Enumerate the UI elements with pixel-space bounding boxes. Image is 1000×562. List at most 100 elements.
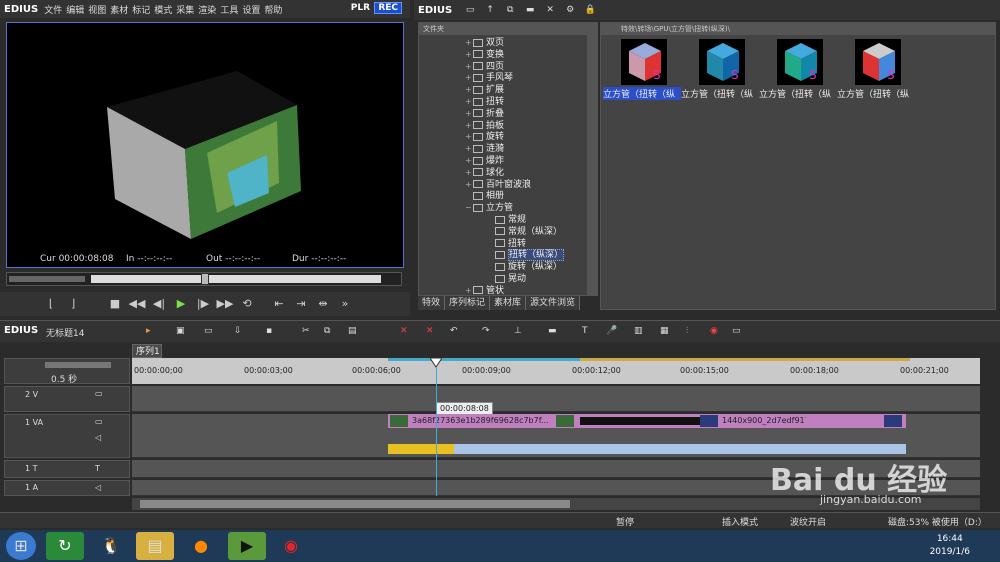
render-icon[interactable]: ▥ [634,324,643,338]
tree-item[interactable]: 旋转（纵深） [487,261,562,273]
split-icon[interactable]: ⊥ [514,324,522,338]
tree-scrollbar[interactable] [587,35,597,295]
properties-icon[interactable]: ⚙ [560,3,580,17]
delete-clip-icon[interactable]: ✕ [400,324,408,338]
rec-button[interactable]: REC [374,2,402,14]
expand-toggle-icon[interactable]: + [465,61,473,73]
expand-toggle-icon[interactable]: + [465,285,473,295]
loop-icon[interactable]: ⟲ [236,295,258,313]
title-track-icon[interactable]: T [95,462,100,476]
expand-toggle-icon[interactable]: + [465,49,473,61]
firefox-icon[interactable]: ● [182,532,220,560]
folder-icon[interactable]: ▭ [460,3,480,17]
open-icon[interactable]: ▭ [204,324,213,338]
time-ruler[interactable]: 00:00:00;00 00:00:03;00 00:00:06;00 00:0… [132,358,980,384]
player-scrub-bar[interactable] [6,272,402,286]
sequence-tab[interactable]: 序列1 [132,344,162,358]
new-project-icon[interactable]: ▸ [146,324,151,338]
tree-item[interactable]: + 百叶窗波浪 [465,179,531,191]
expand-toggle-icon[interactable]: + [465,108,473,120]
menu-mode[interactable]: 模式 [154,3,172,16]
more-icon[interactable]: » [334,295,356,313]
track-header-1a[interactable]: 1 A ◁ [4,480,130,496]
tree-item[interactable]: + 管状 [465,285,504,295]
tab-sequence-markers[interactable]: 序列标记 [445,296,491,310]
tree-item[interactable]: + 手风琴 [465,72,513,84]
redo-icon[interactable]: ↷ [482,324,490,338]
play-icon[interactable]: ▶ [170,295,192,313]
tree-item[interactable]: 常规（纵深） [487,226,562,238]
title-icon[interactable]: T [582,324,588,338]
copy-clip-icon[interactable]: ⧉ [324,324,330,338]
undo-icon[interactable]: ↶ [450,324,458,338]
scrollbar-thumb[interactable] [140,500,570,508]
expand-toggle-icon[interactable]: + [465,155,473,167]
position-handle[interactable] [201,273,209,285]
layout-icon[interactable]: ▭ [732,324,741,338]
expand-toggle-icon[interactable]: + [465,143,473,155]
set-out-icon[interactable]: ⌋ [62,295,84,313]
tree-item[interactable]: + 旋转 [465,131,504,143]
track-header-2v[interactable]: 2 V ▭ [4,386,130,412]
tab-effects[interactable]: 特效 [418,296,446,310]
menu-help[interactable]: 帮助 [264,3,282,16]
explorer-icon[interactable]: ▤ [136,532,174,560]
audio-clip[interactable] [388,444,906,454]
menu-file[interactable]: 文件 [44,3,62,16]
position-slider[interactable] [91,275,381,283]
tab-source-browser[interactable]: 源文件浏览 [526,296,581,310]
tree-item[interactable]: + 爆炸 [465,155,504,167]
mixer-icon[interactable]: ⫶ [686,324,688,338]
tree-item[interactable]: + 变换 [465,49,504,61]
plr-button[interactable]: PLR [351,3,370,13]
track-header-1t[interactable]: 1 T T [4,460,130,478]
start-button[interactable]: ⊞ [6,532,36,560]
expand-toggle-icon[interactable]: + [465,167,473,179]
transition-marker[interactable] [580,417,700,425]
tree-item[interactable]: + 折叠 [465,108,504,120]
track-header-1va[interactable]: 1 VA ▭ ◁ [4,414,130,458]
mic-icon[interactable]: 🎤 [606,324,617,338]
tree-item[interactable]: + 球化 [465,167,504,179]
expand-toggle-icon[interactable]: + [465,131,473,143]
import-icon[interactable]: ⇩ [234,324,242,338]
tree-item[interactable]: 扭转 [487,238,526,250]
menu-clip[interactable]: 素材 [110,3,128,16]
cut-icon[interactable]: ✂ [302,324,310,338]
video-clip[interactable]: 3a68f27363e1b289f69628c7b7f... 1440x900_… [388,414,806,428]
expand-toggle-icon[interactable]: − [465,202,473,214]
tree-item[interactable]: + 扭转 [465,96,504,108]
tree-item[interactable]: 晃动 [487,273,526,285]
stop-icon[interactable]: ■ [104,295,126,313]
rewind-icon[interactable]: ◀◀ [126,295,148,313]
step-back-icon[interactable]: ◀| [148,295,170,313]
status-insert-mode[interactable]: 插入模式 [722,515,758,528]
video-toggle-icon[interactable]: ▭ [95,387,103,401]
expand-toggle-icon[interactable]: + [465,96,473,108]
copy-icon[interactable]: ⧉ [500,3,520,17]
transition-icon[interactable]: ▬ [548,324,557,338]
edius-taskbar-icon[interactable]: ▶ [228,532,266,560]
app-360-icon[interactable]: ↻ [46,532,84,560]
set-in-icon[interactable]: ⌊ [40,295,62,313]
track-2v[interactable] [132,386,980,412]
expand-toggle-icon[interactable]: + [465,72,473,84]
delete-icon[interactable]: ✕ [540,3,560,17]
playhead-handle[interactable] [429,357,443,368]
menu-capture[interactable]: 采集 [176,3,194,16]
tree-item[interactable]: 扭转（纵深） [487,249,565,262]
video-toggle-icon[interactable]: ▭ [95,415,103,429]
insert-icon[interactable]: ⇤ [268,295,290,313]
expand-toggle-icon[interactable]: + [465,84,473,96]
save-icon[interactable]: ▪ [266,324,272,338]
status-ripple[interactable]: 波纹开启 [790,515,826,528]
tree-item[interactable]: 常规 [487,214,526,226]
recorder-icon[interactable]: ◉ [272,532,310,560]
paste-icon[interactable]: ▤ [348,324,357,338]
tree-item[interactable]: − 立方管 [465,202,513,214]
zoom-level[interactable]: 0.5 秒 [51,372,77,385]
expand-toggle-icon[interactable]: + [465,37,473,49]
menu-tools[interactable]: 工具 [220,3,238,16]
menu-render[interactable]: 渲染 [198,3,216,16]
add-icon[interactable]: ▬ [520,3,540,17]
